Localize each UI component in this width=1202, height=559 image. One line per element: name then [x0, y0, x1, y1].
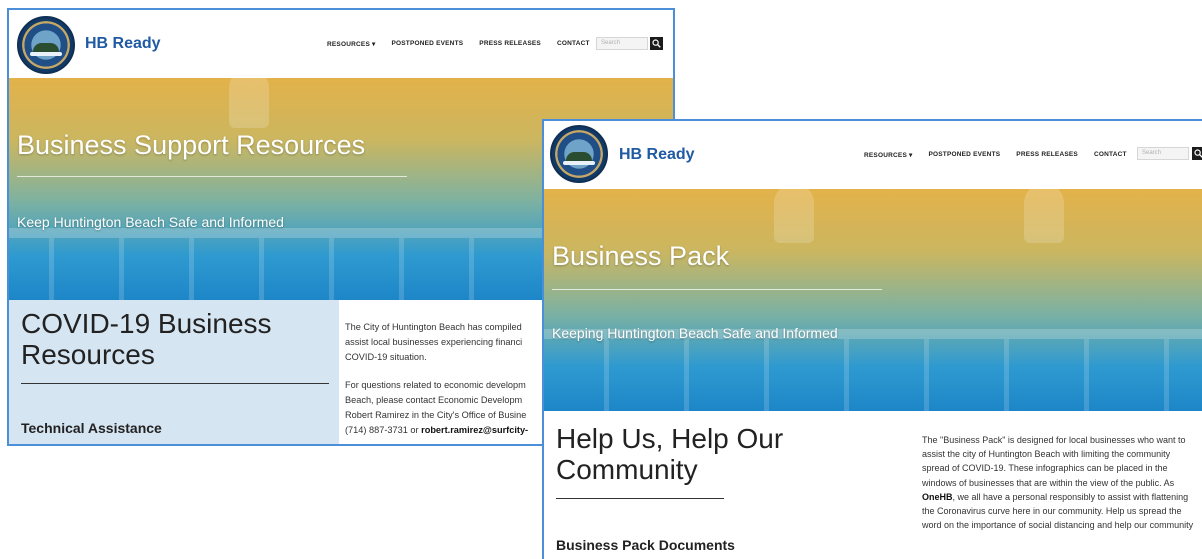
nav-contact[interactable]: CONTACT [557, 40, 590, 48]
nav-resources[interactable]: RESOURCES ▾ [864, 151, 912, 159]
pier-lamp-decoration-2 [1024, 189, 1064, 243]
contact-paragraph: For questions related to economic develo… [345, 378, 545, 438]
nav-press-releases[interactable]: PRESS RELEASES [1016, 151, 1078, 159]
pier-lamp-decoration [774, 189, 814, 243]
main-nav: RESOURCES ▾ POSTPONED EVENTS PRESS RELEA… [864, 151, 1127, 159]
hero-banner: Business Pack Keeping Huntington Beach S… [544, 189, 1202, 411]
nav-resources[interactable]: RESOURCES ▾ [327, 40, 375, 48]
site-header: HB Ready RESOURCES ▾ POSTPONED EVENTS PR… [544, 121, 1202, 189]
hero-subtitle: Keep Huntington Beach Safe and Informed [17, 214, 284, 230]
description-part-2: , we all have a personal responsibly to … [922, 491, 1194, 531]
nav-postponed-events[interactable]: POSTPONED EVENTS [391, 40, 463, 48]
content-title: COVID-19 Business Resources [21, 308, 272, 370]
pier-decoration [544, 329, 1202, 411]
search-input[interactable]: Search [1137, 147, 1189, 160]
search-button[interactable] [650, 37, 663, 50]
hero-divider [552, 289, 882, 290]
nav-press-releases[interactable]: PRESS RELEASES [479, 40, 541, 48]
site-header: HB Ready RESOURCES ▾ POSTPONED EVENTS PR… [9, 10, 673, 78]
hero-title: Business Pack [552, 241, 730, 271]
city-seal-logo[interactable] [17, 16, 75, 74]
contact-email-link[interactable]: robert.ramirez@surfcity- [421, 425, 528, 435]
hero-divider [17, 176, 407, 177]
city-seal-logo[interactable] [550, 125, 608, 183]
nav-contact[interactable]: CONTACT [1094, 151, 1127, 159]
intro-paragraph: The City of Huntington Beach has compile… [345, 322, 523, 362]
content-sidebar: COVID-19 Business Resources Technical As… [9, 300, 339, 444]
brand-name[interactable]: HB Ready [85, 35, 161, 53]
content-divider [556, 498, 724, 499]
business-pack-description: The "Business Pack" is designed for loca… [922, 433, 1198, 532]
content-title: Help Us, Help Our Community [556, 423, 784, 485]
search-input[interactable]: Search [596, 37, 648, 50]
search-icon [1194, 149, 1202, 158]
hero-subtitle: Keeping Huntington Beach Safe and Inform… [552, 325, 838, 341]
section-heading: Technical Assistance [21, 420, 162, 436]
pier-lamp-decoration [229, 78, 269, 128]
onehb-highlight: OneHB [922, 491, 953, 502]
search-button[interactable] [1192, 147, 1202, 160]
section-heading: Business Pack Documents [556, 537, 735, 553]
hero-title: Business Support Resources [17, 130, 366, 160]
description-part-1: The "Business Pack" is designed for loca… [922, 435, 1186, 488]
brand-name[interactable]: HB Ready [619, 146, 695, 164]
screenshot-business-pack: HB Ready RESOURCES ▾ POSTPONED EVENTS PR… [542, 119, 1202, 559]
main-nav: RESOURCES ▾ POSTPONED EVENTS PRESS RELEA… [327, 40, 590, 48]
content-divider [21, 383, 329, 384]
search-icon [652, 39, 661, 48]
nav-postponed-events[interactable]: POSTPONED EVENTS [928, 151, 1000, 159]
